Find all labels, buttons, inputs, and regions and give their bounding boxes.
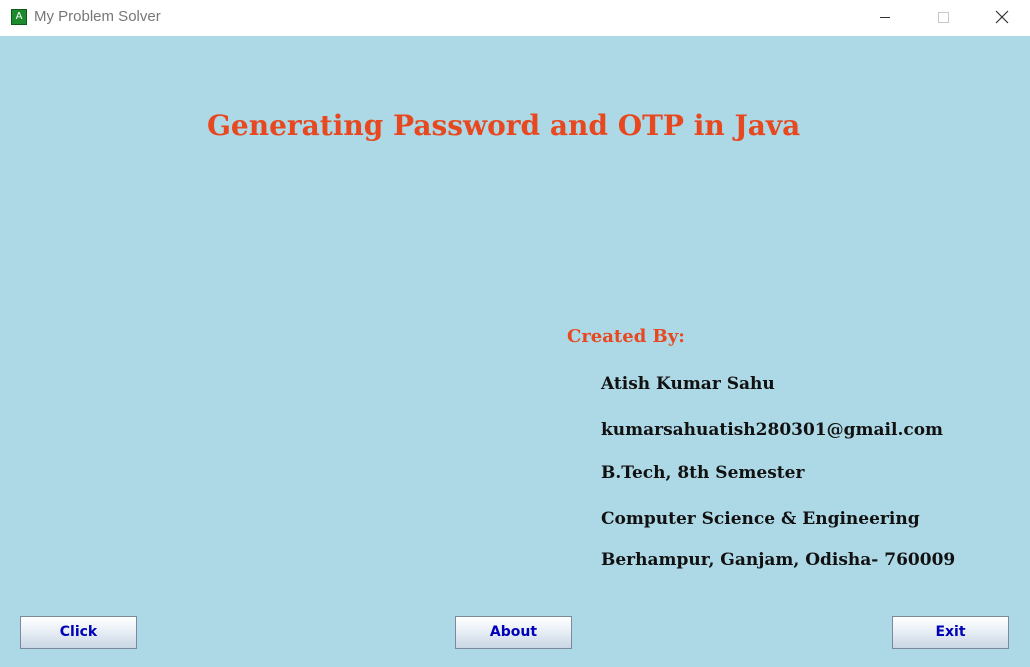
author-degree: B.Tech, 8th Semester <box>601 463 805 483</box>
close-button[interactable] <box>972 0 1030 36</box>
author-address: Berhampur, Ganjam, Odisha- 760009 <box>601 550 956 570</box>
maximize-button[interactable] <box>914 0 972 36</box>
author-email: kumarsahuatish280301@gmail.com <box>601 420 944 440</box>
title-bar[interactable]: A My Problem Solver <box>0 0 1030 36</box>
minimize-icon <box>880 17 890 18</box>
author-name: Atish Kumar Sahu <box>601 374 775 394</box>
author-department: Computer Science & Engineering <box>601 509 920 529</box>
click-button[interactable]: Click <box>20 616 137 649</box>
exit-button[interactable]: Exit <box>892 616 1009 649</box>
about-button[interactable]: About <box>455 616 572 649</box>
created-by-label: Created By: <box>567 326 685 347</box>
app-icon: A <box>11 9 27 25</box>
app-window: A My Problem Solver Generating Password … <box>0 0 1030 667</box>
maximize-icon <box>938 12 949 23</box>
minimize-button[interactable] <box>856 0 914 36</box>
window-title: My Problem Solver <box>34 8 161 25</box>
close-icon <box>995 10 1009 24</box>
page-title: Generating Password and OTP in Java <box>207 109 801 142</box>
